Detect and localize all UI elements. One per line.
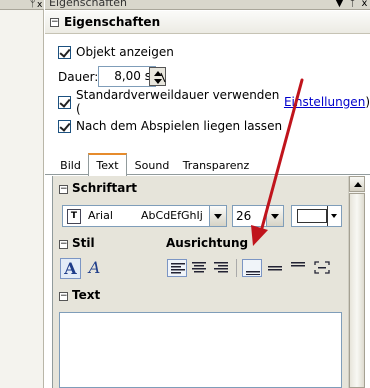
align-left-icon [171,263,185,274]
align-center-icon [192,262,206,273]
alignment-separator [236,259,237,277]
settings-link[interactable]: Einstellungen [284,95,365,109]
align-right-button[interactable] [211,259,231,277]
tab-text[interactable]: Text [88,153,127,176]
valign-middle-button[interactable] [265,259,285,277]
align-center-button[interactable] [189,259,209,277]
panel-menu-dropdown-icon[interactable]: ▼ [334,0,345,9]
collapse-icon[interactable]: − [50,18,59,27]
spinner-arrows-icon [154,71,166,84]
bold-button[interactable]: A [60,258,81,279]
font-size-select[interactable]: 26 [232,205,284,227]
alignment-section-title: Ausrichtung [166,236,249,250]
valign-middle-icon [268,266,282,271]
show-object-option[interactable]: Objekt anzeigen [58,44,174,60]
vertical-scrollbar[interactable] [348,176,365,388]
keep-after-play-option[interactable]: Nach dem Abspielen liegen lassen [58,118,282,134]
font-section-collapse-icon[interactable]: − [59,185,68,194]
text-color-picker[interactable] [291,205,342,227]
keep-after-play-label: Nach dem Abspielen liegen lassen [76,119,283,133]
section-header[interactable]: − Eigenschaften [45,11,370,34]
fit-text-button[interactable] [312,259,332,277]
align-left-button[interactable] [167,259,187,277]
style-section-title: Stil [72,236,95,250]
valign-top-button[interactable] [288,259,308,277]
font-family-select[interactable]: T Arial AbCdEfGhIj [62,205,227,227]
scroll-up-arrow-icon[interactable] [349,176,365,192]
valign-bottom-icon [246,271,260,275]
tab-transparenz[interactable]: Transparenz [178,156,254,175]
section-title: Eigenschaften [64,15,161,29]
align-right-icon [214,262,228,273]
panel-pin-icon[interactable]: ᛘ [347,0,358,9]
duration-spinner[interactable] [149,67,166,86]
tab-bild[interactable]: Bild [54,156,87,175]
duration-input[interactable]: 8,00 s [98,66,156,87]
font-size-value: 26 [236,209,252,223]
scrollbar-thumb[interactable] [349,193,365,388]
left-pin-icon[interactable]: ᛘ [30,0,37,10]
valign-top-icon [291,262,305,267]
panel-right-edge [366,176,370,388]
text-section-title: Text [72,288,101,302]
duration-label: Dauer: [58,70,99,84]
font-family-dropdown-icon[interactable] [209,206,226,226]
tab-sound[interactable]: Sound [130,156,174,175]
panel-title: Eigenschaften [49,0,127,9]
default-duration-option[interactable]: Standardverweildauer verwenden ( Einstell… [58,88,370,116]
text-color-dropdown-icon[interactable] [327,206,341,226]
text-section-collapse-icon[interactable]: − [59,292,68,301]
valign-bottom-button[interactable] [242,259,262,277]
text-color-swatch [297,209,327,223]
truetype-font-icon: T [67,209,81,224]
style-section-collapse-icon[interactable]: − [59,240,68,249]
panel-close-icon[interactable]: x [359,0,370,9]
font-family-value: Arial [88,209,113,222]
keep-after-play-checkbox[interactable] [58,119,71,133]
default-duration-label: Standardverweildauer verwenden ( [76,88,280,116]
left-close-icon[interactable]: x [37,0,44,10]
italic-button[interactable]: A [84,258,105,279]
font-section-title: Schriftart [72,181,138,195]
show-object-label: Objekt anzeigen [76,45,174,59]
show-object-checkbox[interactable] [58,45,71,59]
default-duration-suffix: ) [365,95,370,109]
font-size-dropdown-icon[interactable] [266,206,283,226]
left-pane: ᛘ x [0,0,44,388]
font-preview-sample: AbCdEfGhIj [141,209,203,222]
default-duration-checkbox[interactable] [58,95,71,109]
text-input[interactable] [59,312,342,388]
fit-text-icon [314,261,330,274]
panel-titlebar: Eigenschaften ▼ ᛘ x [45,0,370,10]
